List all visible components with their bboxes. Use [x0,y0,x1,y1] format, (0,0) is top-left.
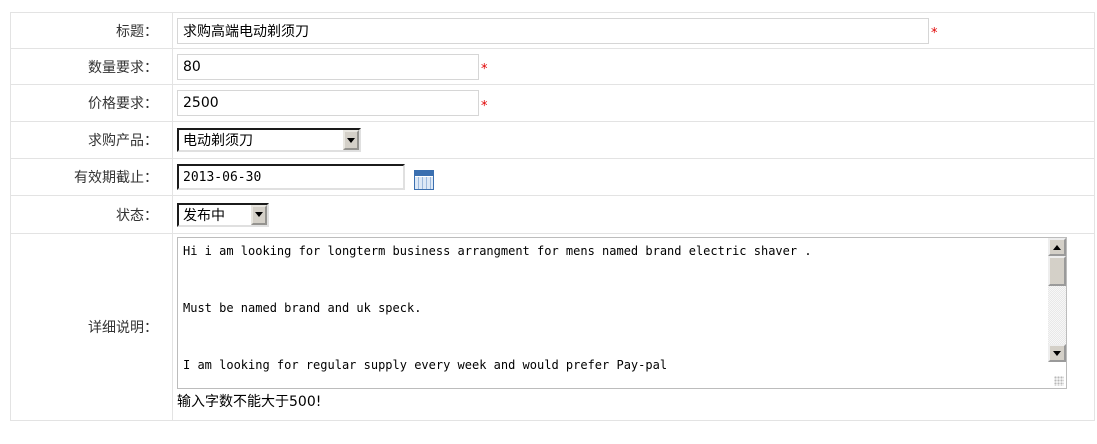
product-select-value: 电动剃须刀 [183,133,253,149]
title-input[interactable]: 求购高端电动剃须刀 [177,17,929,44]
resize-grip-icon[interactable] [1054,376,1064,386]
details-row: 详细说明： Hi i am looking for longterm busin… [10,233,1095,421]
product-select[interactable]: 电动剃须刀 [177,128,361,152]
status-select[interactable]: 发布中 [177,202,269,227]
quantity-input[interactable]: 80 [177,53,479,80]
product-row: 求购产品： 电动剃须刀 [10,121,1095,158]
details-text: Hi i am looking for longterm business ar… [183,244,812,372]
title-row: 标题： 求购高端电动剃须刀 * [10,12,1095,48]
character-limit-hint: 输入字数不能大于500! [177,394,322,410]
status-select-value: 发布中 [183,207,225,224]
calendar-icon[interactable] [414,170,434,190]
details-textarea[interactable]: Hi i am looking for longterm business ar… [177,237,1067,389]
price-row: 价格要求： 2500 * [10,84,1095,121]
expiry-date-input[interactable]: 2013-06-30 [177,164,405,190]
scrollbar-thumb[interactable] [1048,256,1066,286]
scrollbar[interactable] [1048,238,1066,362]
purchase-request-form: 标题： 求购高端电动剃须刀 * 数量要求： 80 * 价格要求： 2500 * … [10,12,1095,421]
price-input[interactable]: 2500 [177,90,479,116]
required-mark: * [931,26,938,41]
chevron-down-icon[interactable] [343,130,359,150]
chevron-down-icon[interactable] [251,204,267,225]
required-mark: * [481,62,488,77]
arrow-down-icon[interactable] [1048,344,1066,362]
price-label: 价格要求： [11,85,173,121]
details-label: 详细说明： [11,234,173,420]
quantity-row: 数量要求： 80 * [10,48,1095,84]
product-label: 求购产品： [11,122,173,158]
expiry-label: 有效期截止： [11,159,173,195]
expiry-row: 有效期截止： 2013-06-30 [10,158,1095,195]
status-label: 状态： [11,196,173,233]
title-label: 标题： [11,13,173,48]
status-row: 状态： 发布中 [10,195,1095,233]
required-mark: * [481,98,488,114]
arrow-up-icon[interactable] [1048,238,1066,256]
quantity-label: 数量要求： [11,49,173,84]
